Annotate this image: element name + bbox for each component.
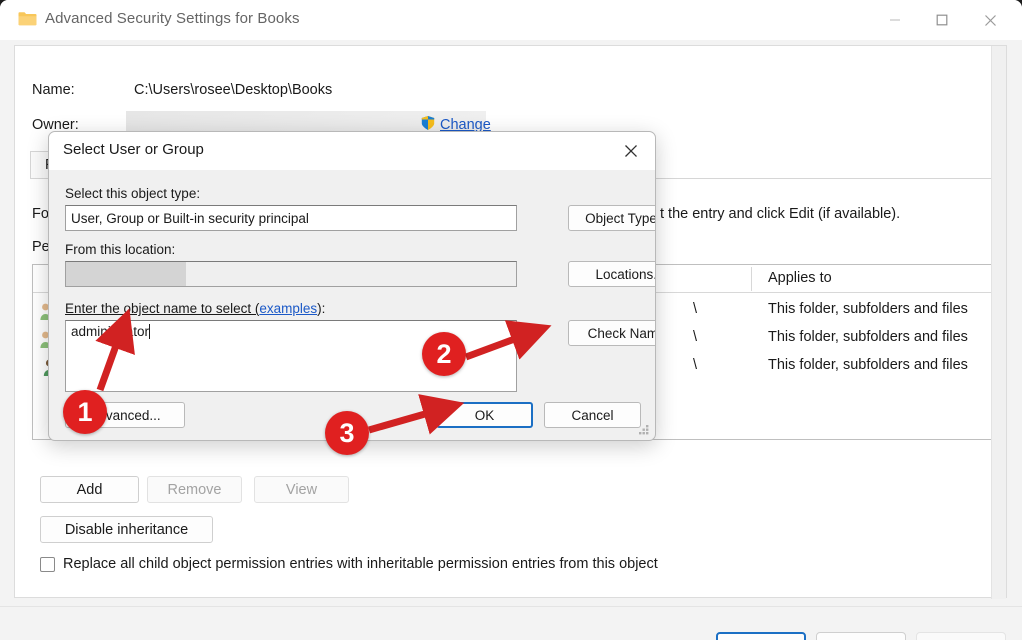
location-field[interactable]: [65, 261, 517, 287]
locations-button[interactable]: Locations...: [568, 261, 656, 287]
object-name-label: Enter the object name to select (example…: [65, 301, 325, 316]
apply-button[interactable]: Apply: [916, 632, 1006, 640]
cancel-button[interactable]: Cancel: [816, 632, 906, 640]
resize-grip-icon[interactable]: [639, 425, 650, 436]
replace-child-permissions-checkbox[interactable]: [40, 557, 55, 572]
text-caret: [149, 324, 150, 339]
examples-link[interactable]: examples: [259, 301, 317, 316]
dialog-close-button[interactable]: [611, 134, 651, 168]
row-applies-to: This folder, subfolders and files: [768, 329, 968, 345]
replace-child-permissions-label: Replace all child object permission entr…: [63, 556, 658, 572]
uac-shield-icon: [420, 115, 436, 131]
maximize-icon: [936, 14, 948, 26]
row-principal: \: [693, 301, 697, 317]
name-label: Name:: [32, 82, 75, 98]
row-principal: \: [693, 329, 697, 345]
check-names-button[interactable]: Check Names: [568, 320, 656, 346]
advanced-button[interactable]: Advanced...: [65, 402, 185, 428]
name-value: C:\Users\rosee\Desktop\Books: [134, 82, 332, 98]
view-button[interactable]: View: [254, 476, 349, 503]
column-separator: [751, 267, 752, 291]
window-title: Advanced Security Settings for Books: [45, 10, 300, 27]
object-name-label-suffix: ):: [317, 301, 325, 316]
vertical-scrollbar[interactable]: [991, 46, 1006, 599]
location-value-redacted: [66, 262, 186, 286]
advanced-security-settings-window: Advanced Security Settings for Books Nam…: [0, 0, 1022, 640]
instructions-right-fragment: t the entry and click Edit (if available…: [660, 206, 900, 222]
close-icon: [984, 14, 997, 27]
select-user-or-group-dialog: Select User or Group Select this object …: [48, 131, 656, 441]
modal-ok-button[interactable]: OK: [436, 402, 533, 428]
object-name-label-prefix: Enter the object name to select (: [65, 301, 259, 316]
window-titlebar: Advanced Security Settings for Books: [0, 0, 1022, 40]
remove-button[interactable]: Remove: [147, 476, 242, 503]
object-type-label: Select this object type:: [65, 186, 200, 201]
row-principal: \: [693, 357, 697, 373]
close-button[interactable]: [967, 0, 1014, 40]
location-label: From this location:: [65, 242, 175, 257]
row-applies-to: This folder, subfolders and files: [768, 301, 968, 317]
disable-inheritance-button[interactable]: Disable inheritance: [40, 516, 213, 543]
close-icon: [624, 144, 638, 158]
footer-divider: [0, 606, 1022, 607]
minimize-button[interactable]: [871, 0, 918, 40]
object-name-input-value: administrator: [71, 324, 149, 339]
object-name-input[interactable]: administrator: [65, 320, 517, 392]
modal-cancel-button[interactable]: Cancel: [544, 402, 641, 428]
minimize-icon: [889, 14, 901, 26]
dialog-title: Select User or Group: [63, 141, 204, 158]
folder-icon: [18, 11, 37, 26]
dialog-titlebar: Select User or Group: [49, 132, 655, 170]
add-button[interactable]: Add: [40, 476, 139, 503]
object-types-button[interactable]: Object Types...: [568, 205, 656, 231]
maximize-button[interactable]: [918, 0, 965, 40]
object-type-field[interactable]: User, Group or Built-in security princip…: [65, 205, 517, 231]
row-applies-to: This folder, subfolders and files: [768, 357, 968, 373]
column-header-applies-to: Applies to: [768, 270, 832, 286]
ok-button[interactable]: OK: [716, 632, 806, 640]
replace-child-permissions-checkbox-row[interactable]: Replace all child object permission entr…: [40, 556, 658, 572]
